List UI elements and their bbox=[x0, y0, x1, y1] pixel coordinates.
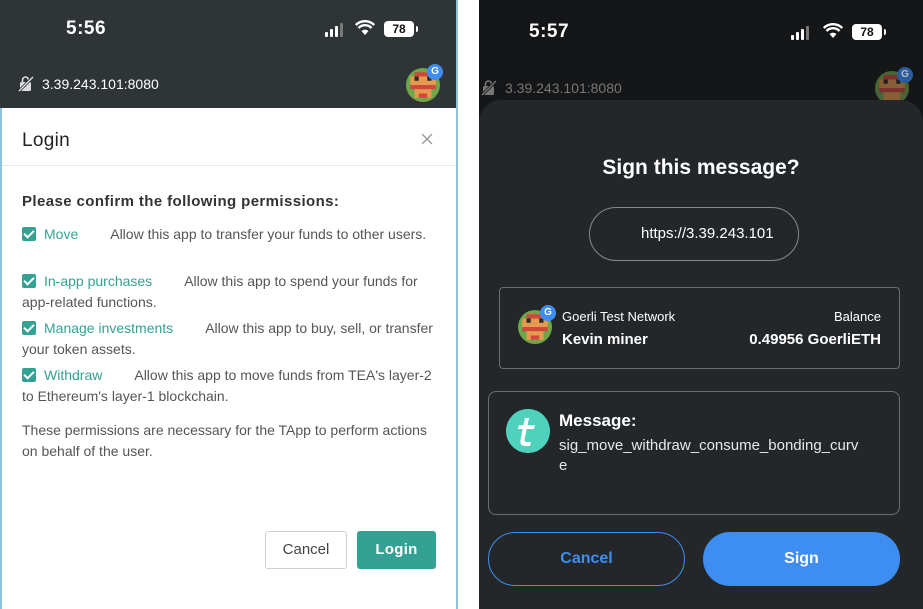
balance-label: Balance bbox=[834, 309, 881, 324]
permission-name: Manage investments bbox=[44, 320, 174, 336]
permissions-note: These permissions are necessary for the … bbox=[22, 422, 427, 459]
insecure-lock-icon bbox=[18, 76, 34, 92]
insecure-lock-icon bbox=[481, 80, 497, 96]
login-button[interactable]: Login bbox=[357, 531, 436, 569]
screenshot-frame: 5:56 78 3.39.243.101:8080 G Login Please… bbox=[0, 0, 923, 609]
status-time: 5:56 bbox=[66, 18, 107, 39]
permission-name: Move bbox=[44, 226, 79, 242]
permission-item-move: Move Allow this app to transfer your fund… bbox=[22, 224, 438, 245]
google-badge: G bbox=[427, 64, 443, 80]
wifi-icon bbox=[355, 20, 375, 35]
permissions-heading: Please confirm the following permissions… bbox=[22, 193, 340, 210]
balance-value: 0.49956 GoerliETH bbox=[749, 331, 881, 348]
modal-header: Login bbox=[2, 108, 456, 166]
modal-title: Login bbox=[22, 130, 70, 151]
sign-sheet: Sign this message? https://3.39.243.101 … bbox=[479, 100, 923, 609]
account-card: G Goerli Test Network Kevin miner Balanc… bbox=[499, 287, 900, 369]
right-phone: 5:57 78 3.39.243.101:8080 G Sign this me… bbox=[479, 0, 923, 609]
manage-investments-checkbox[interactable] bbox=[22, 321, 36, 335]
move-checkbox[interactable] bbox=[22, 227, 36, 241]
permission-name: In-app purchases bbox=[44, 273, 153, 289]
network-name: Goerli Test Network bbox=[562, 309, 676, 324]
login-modal: Login Please confirm the following permi… bbox=[0, 108, 456, 609]
address-bar[interactable]: 3.39.243.101:8080 bbox=[18, 76, 159, 92]
cancel-button[interactable]: Cancel bbox=[265, 531, 347, 569]
close-icon[interactable] bbox=[420, 132, 434, 146]
in-app-purchases-checkbox[interactable] bbox=[22, 274, 36, 288]
message-card: Message: sig_move_withdraw_consume_bondi… bbox=[488, 391, 900, 515]
status-bar: 5:57 78 bbox=[479, 0, 923, 60]
cellular-signal-icon bbox=[791, 26, 809, 40]
left-phone: 5:56 78 3.39.243.101:8080 G Login Please… bbox=[0, 0, 458, 609]
wifi-icon bbox=[823, 23, 843, 38]
cancel-button[interactable]: Cancel bbox=[488, 532, 685, 586]
google-badge: G bbox=[540, 305, 556, 321]
tea-logo-icon bbox=[506, 409, 550, 453]
permission-item-manage-investments: Manage investments Allow this app to buy,… bbox=[22, 318, 438, 360]
message-label: Message: bbox=[559, 411, 637, 430]
status-bar: 5:56 78 bbox=[0, 0, 456, 60]
cellular-signal-icon bbox=[325, 23, 343, 37]
account-name: Kevin miner bbox=[562, 331, 648, 348]
permission-item-in-app-purchases: In-app purchases Allow this app to spend … bbox=[22, 271, 438, 313]
address-url: 3.39.243.101:8080 bbox=[42, 76, 159, 92]
status-time: 5:57 bbox=[529, 21, 570, 42]
withdraw-checkbox[interactable] bbox=[22, 368, 36, 382]
battery-icon: 78 bbox=[384, 21, 418, 37]
message-body: sig_move_withdraw_consume_bonding_curve bbox=[559, 437, 859, 474]
sheet-title: Sign this message? bbox=[602, 156, 800, 179]
origin-pill: https://3.39.243.101 bbox=[589, 207, 799, 261]
permission-name: Withdraw bbox=[44, 367, 103, 383]
permission-desc: Allow this app to transfer your funds to… bbox=[110, 226, 427, 242]
address-bar: 3.39.243.101:8080 bbox=[481, 80, 622, 96]
address-url: 3.39.243.101:8080 bbox=[505, 80, 622, 96]
permission-item-withdraw: Withdraw Allow this app to move funds fro… bbox=[22, 365, 438, 407]
google-badge: G bbox=[897, 67, 913, 83]
battery-icon: 78 bbox=[852, 24, 886, 40]
sign-button[interactable]: Sign bbox=[703, 532, 900, 586]
